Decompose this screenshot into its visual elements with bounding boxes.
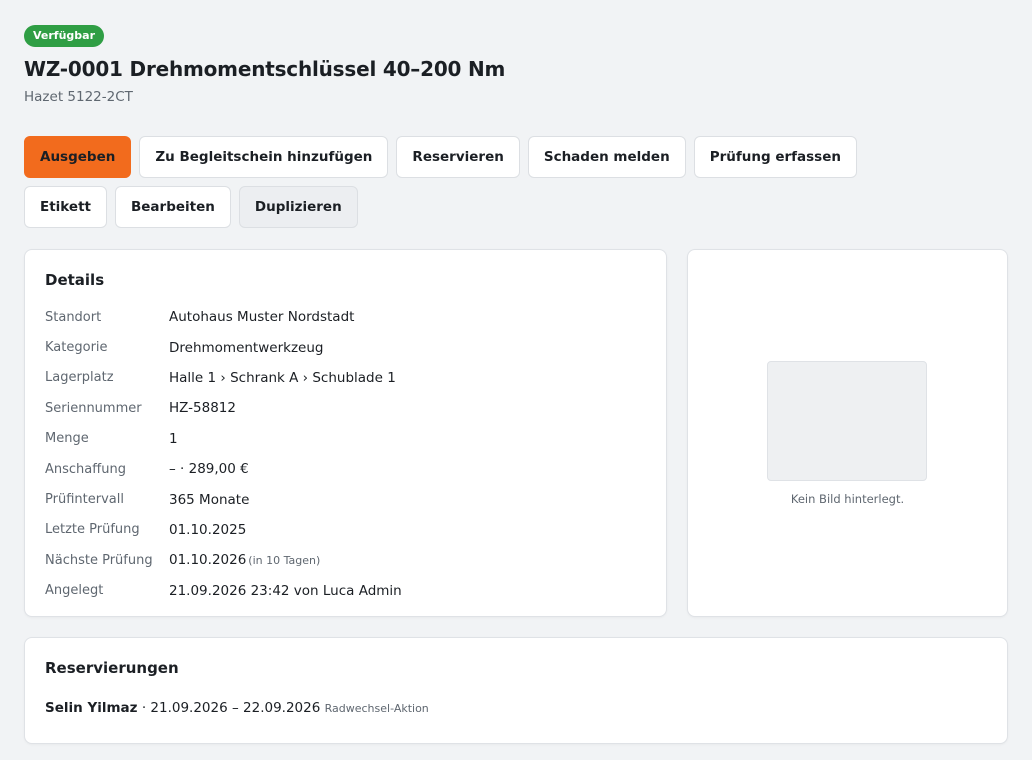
detail-value: 1: [169, 430, 178, 447]
detail-key: Angelegt: [45, 583, 104, 599]
add-to-delivery-note-button[interactable]: Zu Begleitschein hinzufügen: [139, 136, 389, 178]
detail-value: 01.10.2026: [169, 552, 247, 569]
detail-key: Standort: [45, 309, 102, 325]
detail-key: Seriennummer: [45, 400, 142, 416]
action-bar: Ausgeben Zu Begleitschein hinzufügen Res…: [24, 136, 924, 228]
image-placeholder: [767, 361, 927, 481]
detail-value: 365 Monate: [169, 491, 250, 508]
detail-key: Prüfintervall: [45, 492, 124, 508]
detail-key: Menge: [45, 431, 89, 447]
reservations-card: Reservierungen Selin Yilmaz · 21.09.2026…: [24, 637, 1008, 744]
reservations-title: Reservierungen: [45, 659, 179, 677]
detail-value: Autohaus Muster Nordstadt: [169, 309, 355, 326]
details-list: Standort Autohaus Muster Nordstadt Kateg…: [45, 302, 646, 606]
detail-row-storage: Lagerplatz Halle 1 › Schrank A › Schubla…: [45, 363, 646, 393]
page-title: WZ-0001 Drehmomentschlüssel 40–200 Nm: [24, 57, 506, 81]
detail-row-quantity: Menge 1: [45, 424, 646, 454]
detail-value: Drehmomentwerkzeug: [169, 339, 324, 356]
detail-row-location: Standort Autohaus Muster Nordstadt: [45, 302, 646, 332]
detail-row-category: Kategorie Drehmomentwerkzeug: [45, 332, 646, 362]
page-subtitle: Hazet 5122-2CT: [24, 89, 133, 105]
detail-key: Nächste Prüfung: [45, 552, 153, 568]
reservation-range: · 21.09.2026 – 22.09.2026: [141, 700, 321, 716]
label-button[interactable]: Etikett: [24, 186, 107, 228]
detail-key: Letzte Prüfung: [45, 522, 140, 538]
detail-row-inspection-interval: Prüfintervall 365 Monate: [45, 484, 646, 514]
detail-row-serial: Seriennummer HZ-58812: [45, 393, 646, 423]
record-inspection-button[interactable]: Prüfung erfassen: [693, 136, 857, 178]
details-title: Details: [45, 271, 105, 289]
detail-row-purchase: Anschaffung – · 289,00 €: [45, 454, 646, 484]
detail-key: Lagerplatz: [45, 370, 114, 386]
status-badge: Verfügbar: [24, 25, 105, 47]
detail-value: HZ-58812: [169, 400, 236, 417]
content-row: Details Standort Autohaus Muster Nordsta…: [24, 249, 1008, 617]
image-caption: Kein Bild hinterlegt.: [790, 492, 905, 506]
checkout-button[interactable]: Ausgeben: [24, 136, 132, 178]
image-card: Kein Bild hinterlegt.: [687, 249, 1008, 617]
detail-key: Kategorie: [45, 340, 108, 356]
detail-row-last-inspection: Letzte Prüfung 01.10.2025: [45, 515, 646, 545]
reserve-button[interactable]: Reservieren: [396, 136, 520, 178]
detail-row-next-inspection: Nächste Prüfung 01.10.2026 (in 10 Tagen): [45, 545, 646, 575]
detail-value: 01.10.2025: [169, 521, 247, 538]
detail-value: 21.09.2026 23:42 von Luca Admin: [169, 582, 402, 599]
duplicate-button[interactable]: Duplizieren: [238, 186, 358, 228]
tool-detail-page: Verfügbar WZ-0001 Drehmomentschlüssel 40…: [24, 24, 1008, 744]
edit-button[interactable]: Bearbeiten: [114, 186, 231, 228]
detail-note: (in 10 Tagen): [248, 553, 321, 567]
reservation-name: Selin Yilmaz: [45, 700, 138, 716]
detail-value: Halle 1 › Schrank A › Schublade 1: [169, 369, 396, 386]
detail-key: Anschaffung: [45, 461, 126, 477]
detail-value: – · 289,00 €: [169, 461, 249, 478]
details-card: Details Standort Autohaus Muster Nordsta…: [24, 249, 667, 617]
reservation-item: Selin Yilmaz · 21.09.2026 – 22.09.2026 R…: [45, 698, 987, 719]
reservation-note: Radwechsel-Aktion: [324, 702, 429, 715]
detail-row-created: Angelegt 21.09.2026 23:42 von Luca Admin: [45, 576, 646, 606]
report-damage-button[interactable]: Schaden melden: [527, 136, 686, 178]
